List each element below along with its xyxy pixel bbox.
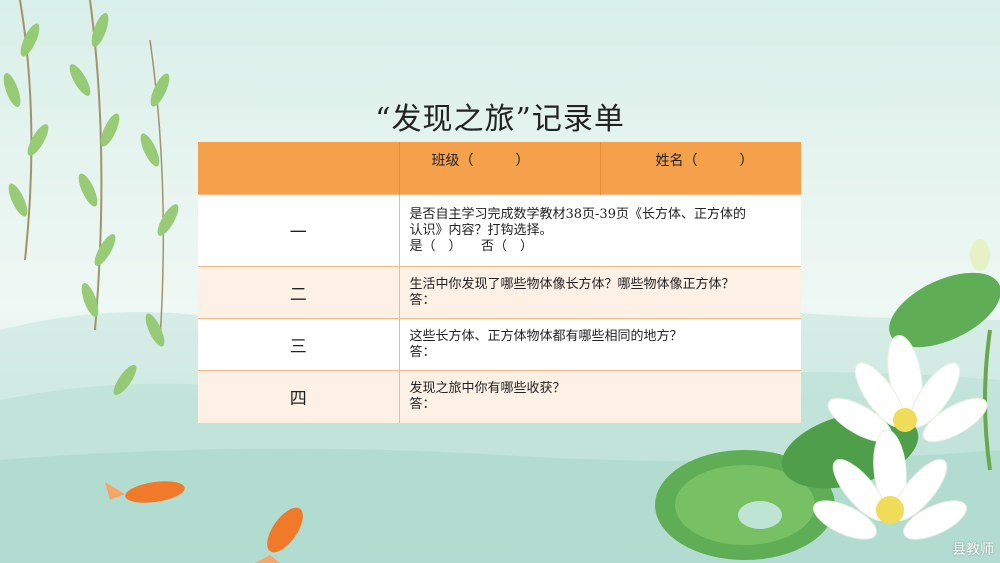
page-title: “发现之旅”记录单 — [375, 102, 625, 137]
watermark: 县教师 — [952, 542, 994, 558]
row-number: 三 — [198, 318, 400, 371]
table-row: 二 生活中你发现了哪些物体像长方体？哪些物体像正方体？ 答： — [198, 266, 801, 319]
row-line: 答： — [409, 396, 436, 412]
record-table: 班级（ ） 姓名（ ） 一 是否自主学习完成数学教材38页-39页《长方体、正方… — [198, 142, 801, 423]
row-line: 是（ ） 否（ ） — [409, 238, 534, 254]
class-label: 班级（ ） — [431, 153, 530, 169]
row-content: 是否自主学习完成数学教材38页-39页《长方体、正方体的 认识》内容？打钩选择。… — [399, 194, 801, 267]
row-number: 一 — [198, 194, 400, 267]
row-content: 发现之旅中你有哪些收获？ 答： — [399, 370, 801, 423]
table-row: 三 这些长方体、正方体物体都有哪些相同的地方？ 答： — [198, 318, 801, 371]
row-line: 认识》内容？打钩选择。 — [409, 222, 553, 238]
row-line: 答： — [409, 344, 436, 360]
table-row: 四 发现之旅中你有哪些收获？ 答： — [198, 370, 801, 423]
name-label: 姓名（ ） — [655, 153, 754, 169]
row-number: 二 — [198, 266, 400, 319]
header-name-cell: 姓名（ ） — [600, 142, 801, 195]
row-content: 这些长方体、正方体物体都有哪些相同的地方？ 答： — [399, 318, 801, 371]
header-blank-cell — [198, 142, 400, 195]
row-line: 这些长方体、正方体物体都有哪些相同的地方？ — [409, 328, 683, 344]
table-row: 一 是否自主学习完成数学教材38页-39页《长方体、正方体的 认识》内容？打钩选… — [198, 194, 801, 267]
row-line: 是否自主学习完成数学教材38页-39页《长方体、正方体的 — [409, 206, 746, 222]
row-line: 发现之旅中你有哪些收获？ — [409, 380, 566, 396]
table-header-row: 班级（ ） 姓名（ ） — [198, 142, 801, 195]
row-line: 生活中你发现了哪些物体像长方体？哪些物体像正方体？ — [409, 276, 735, 292]
row-number: 四 — [198, 370, 400, 423]
row-content: 生活中你发现了哪些物体像长方体？哪些物体像正方体？ 答： — [399, 266, 801, 319]
header-class-cell: 班级（ ） — [399, 142, 601, 195]
row-line: 答： — [409, 292, 436, 308]
